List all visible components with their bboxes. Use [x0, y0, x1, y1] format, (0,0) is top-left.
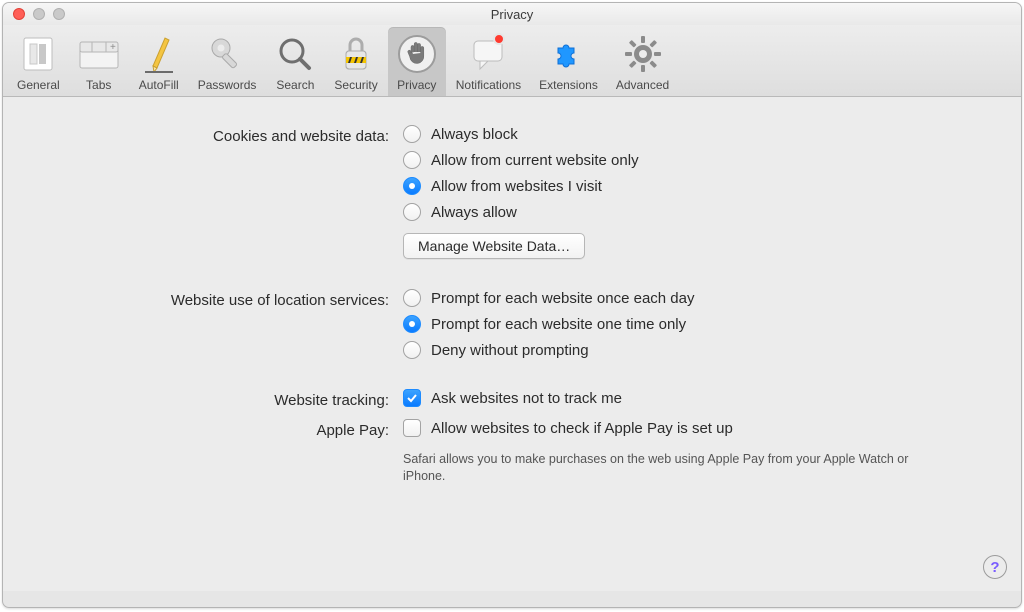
applepay-label: Apple Pay: [43, 419, 403, 439]
help-glyph: ? [990, 559, 999, 576]
tab-extensions[interactable]: Extensions [531, 27, 606, 96]
checkbox-label: Ask websites not to track me [431, 390, 622, 407]
lock-icon [335, 33, 377, 75]
pencil-icon [138, 33, 180, 75]
tab-label: Search [276, 78, 314, 92]
radio-icon [403, 151, 421, 169]
gear-icon [622, 33, 664, 75]
help-button[interactable]: ? [983, 555, 1007, 579]
location-label: Website use of location services: [43, 289, 403, 309]
tab-general[interactable]: General [9, 27, 68, 96]
cookies-label: Cookies and website data: [43, 125, 403, 145]
tab-search[interactable]: Search [266, 27, 324, 96]
radio-icon [403, 177, 421, 195]
tab-notifications[interactable]: Notifications [448, 27, 529, 96]
tab-label: Notifications [456, 78, 521, 92]
preferences-window: Privacy General + [2, 2, 1022, 608]
titlebar: Privacy [3, 3, 1021, 25]
tab-label: General [17, 78, 60, 92]
tabs-icon: + [78, 33, 120, 75]
minimize-window-button[interactable] [33, 8, 45, 20]
checkbox-icon [403, 389, 421, 407]
puzzle-icon [547, 33, 589, 75]
location-option-deny[interactable]: Deny without prompting [403, 341, 981, 359]
cookies-option-always-allow[interactable]: Always allow [403, 203, 981, 221]
tab-label: Tabs [86, 78, 111, 92]
preferences-toolbar: General + Tabs [3, 25, 1021, 97]
radio-icon [403, 289, 421, 307]
tab-tabs[interactable]: + Tabs [70, 27, 128, 96]
applepay-checkbox[interactable]: Allow websites to check if Apple Pay is … [403, 419, 981, 437]
tab-label: Security [334, 78, 377, 92]
tab-label: Extensions [539, 78, 598, 92]
tracking-checkbox-dnt[interactable]: Ask websites not to track me [403, 389, 981, 407]
radio-icon [403, 315, 421, 333]
close-window-button[interactable] [13, 8, 25, 20]
applepay-hint: Safari allows you to make purchases on t… [403, 451, 923, 485]
window-controls [3, 8, 65, 20]
switch-icon [17, 33, 59, 75]
speech-bubble-icon [467, 33, 509, 75]
checkbox-label: Allow websites to check if Apple Pay is … [431, 420, 733, 437]
key-icon [206, 33, 248, 75]
radio-icon [403, 203, 421, 221]
tab-label: Passwords [198, 78, 257, 92]
tab-privacy[interactable]: Privacy [388, 27, 446, 96]
checkbox-icon [403, 419, 421, 437]
cookies-option-visited[interactable]: Allow from websites I visit [403, 177, 981, 195]
tab-advanced[interactable]: Advanced [608, 27, 677, 96]
radio-icon [403, 341, 421, 359]
option-label: Allow from current website only [431, 152, 639, 169]
option-label: Deny without prompting [431, 342, 589, 359]
magnifier-icon [274, 33, 316, 75]
cookies-option-current-only[interactable]: Allow from current website only [403, 151, 981, 169]
tab-security[interactable]: Security [326, 27, 385, 96]
tab-autofill[interactable]: AutoFill [130, 27, 188, 96]
hand-icon [396, 33, 438, 75]
radio-icon [403, 125, 421, 143]
tracking-label: Website tracking: [43, 389, 403, 409]
window-title: Privacy [3, 7, 1021, 22]
option-label: Prompt for each website one time only [431, 316, 686, 333]
option-label: Prompt for each website once each day [431, 290, 694, 307]
cookies-option-always-block[interactable]: Always block [403, 125, 981, 143]
tab-label: AutoFill [139, 78, 179, 92]
zoom-window-button[interactable] [53, 8, 65, 20]
option-label: Allow from websites I visit [431, 178, 602, 195]
tab-label: Privacy [397, 78, 436, 92]
option-label: Always allow [431, 204, 517, 221]
manage-website-data-button[interactable]: Manage Website Data… [403, 233, 585, 259]
tab-passwords[interactable]: Passwords [190, 27, 265, 96]
option-label: Always block [431, 126, 518, 143]
location-option-one-time[interactable]: Prompt for each website one time only [403, 315, 981, 333]
svg-text:+: + [110, 42, 116, 53]
location-option-each-day[interactable]: Prompt for each website once each day [403, 289, 981, 307]
tab-label: Advanced [616, 78, 669, 92]
privacy-pane: Cookies and website data: Always block A… [3, 97, 1021, 591]
